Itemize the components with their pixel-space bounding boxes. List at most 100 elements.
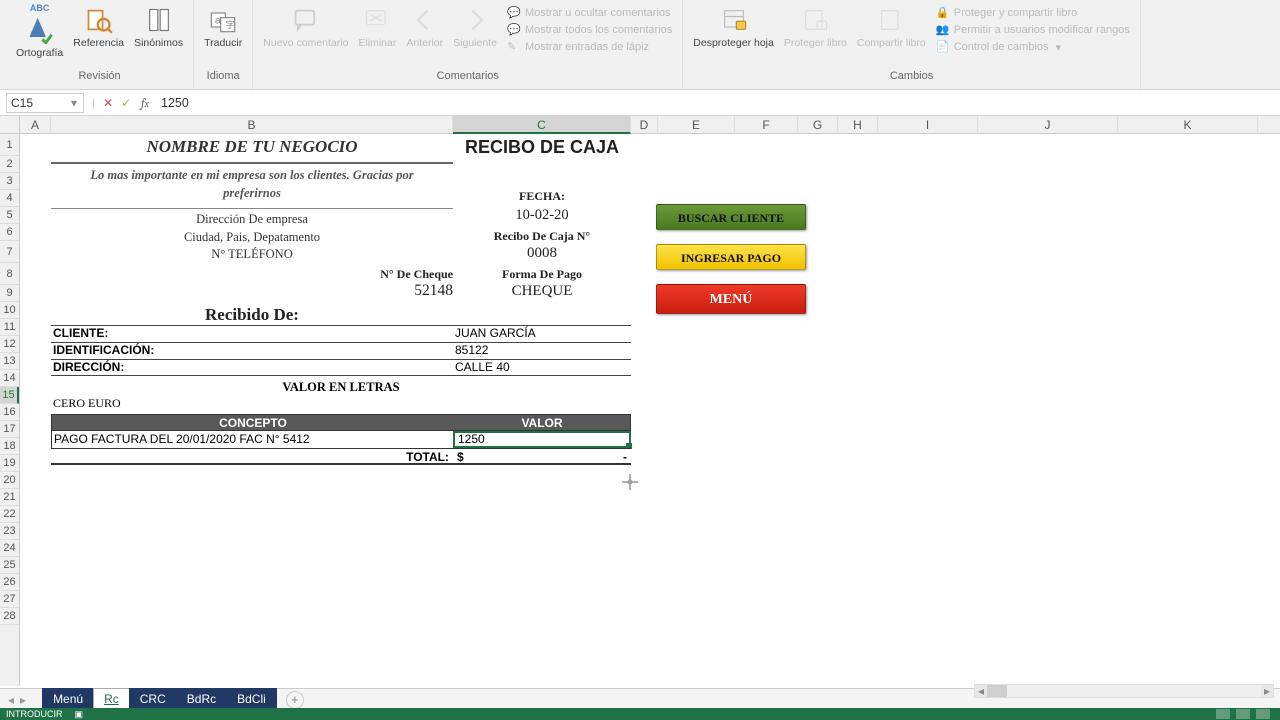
- forma-pago-label: Forma De Pago: [453, 266, 631, 282]
- menu-button[interactable]: MENÚ: [656, 284, 806, 314]
- select-all-corner[interactable]: [0, 116, 20, 134]
- tab-prev-icon[interactable]: ◂: [8, 693, 14, 707]
- col-header-J[interactable]: J: [978, 116, 1118, 134]
- row-header-6[interactable]: 6: [0, 224, 19, 241]
- row-header-24[interactable]: 24: [0, 540, 19, 557]
- recibido-de-heading: Recibido De:: [51, 304, 453, 326]
- control-de-cambios: 📄Control de cambios▾: [936, 40, 1130, 54]
- tab-nav-arrows[interactable]: ◂▸: [8, 693, 26, 707]
- name-box[interactable]: C15 ▾: [6, 93, 84, 113]
- table-row[interactable]: PAGO FACTURA DEL 20/01/2020 FAC N° 5412 …: [51, 431, 631, 448]
- row-header-15[interactable]: 15: [0, 387, 19, 404]
- macro-record-icon[interactable]: ▣: [75, 709, 84, 720]
- col-header-A[interactable]: A: [20, 116, 51, 134]
- row-header-28[interactable]: 28: [0, 608, 19, 625]
- formula-bar: C15 ▾ | ✕ ✓ fx: [0, 90, 1280, 116]
- tab-next-icon[interactable]: ▸: [20, 693, 26, 707]
- row-header-5[interactable]: 5: [0, 207, 19, 224]
- referencia-button[interactable]: Referencia: [69, 2, 128, 68]
- fx-icon[interactable]: fx: [135, 96, 155, 110]
- abc-label: ABC: [30, 4, 50, 14]
- track-changes-icon: 📄: [936, 40, 950, 54]
- cells-area[interactable]: NOMBRE DE TU NEGOCIO RECIBO DE CAJA Lo m…: [20, 134, 1280, 686]
- cliente-row: CLIENTE: JUAN GARCÍA: [51, 325, 631, 342]
- eliminar-comentario-button: Eliminar: [354, 2, 400, 68]
- row-header-18[interactable]: 18: [0, 438, 19, 455]
- table-head: CONCEPTO VALOR: [51, 414, 631, 431]
- row-header-10[interactable]: 10: [0, 302, 19, 319]
- ingresar-pago-button[interactable]: INGRESAR PAGO: [656, 244, 806, 270]
- scroll-thumb[interactable]: [987, 685, 1007, 697]
- col-header-I[interactable]: I: [878, 116, 978, 134]
- row-header-11[interactable]: 11: [0, 319, 19, 336]
- status-mode: INTRODUCIR: [6, 709, 63, 719]
- valor-cell[interactable]: 1250: [454, 431, 630, 448]
- thesaurus-icon: [145, 6, 173, 34]
- row-header-12[interactable]: 12: [0, 336, 19, 353]
- row-header-1[interactable]: 1: [0, 134, 19, 156]
- row-header-8[interactable]: 8: [0, 263, 19, 285]
- phone-line: N° TELÉFONO: [51, 245, 453, 263]
- row-header-13[interactable]: 13: [0, 353, 19, 370]
- comments-icon: 💬: [507, 23, 521, 37]
- cancel-entry-button[interactable]: ✕: [99, 94, 117, 112]
- row-header-4[interactable]: 4: [0, 190, 19, 207]
- row-header-23[interactable]: 23: [0, 523, 19, 540]
- fecha-value: 10-02-20: [453, 206, 631, 224]
- page-layout-view-icon[interactable]: [1236, 709, 1250, 719]
- scroll-left-icon[interactable]: ◂: [975, 685, 987, 697]
- group-label-revision: Revisión: [78, 70, 120, 82]
- row-header-17[interactable]: 17: [0, 421, 19, 438]
- row-header-21[interactable]: 21: [0, 489, 19, 506]
- page-break-view-icon[interactable]: [1256, 709, 1270, 719]
- row-header-7[interactable]: 7: [0, 241, 19, 263]
- scroll-right-icon[interactable]: ▸: [1261, 685, 1273, 697]
- col-header-H[interactable]: H: [838, 116, 878, 134]
- recibo-no-value: 0008: [453, 244, 631, 262]
- desproteger-hoja-button[interactable]: Desproteger hoja: [689, 2, 778, 68]
- row-header-16[interactable]: 16: [0, 404, 19, 421]
- row-header-19[interactable]: 19: [0, 455, 19, 472]
- delete-comment-icon: [363, 6, 391, 34]
- formula-input[interactable]: [155, 93, 1280, 113]
- concepto-cell[interactable]: PAGO FACTURA DEL 20/01/2020 FAC N° 5412: [52, 431, 454, 448]
- chevron-down-icon[interactable]: ▾: [71, 96, 79, 110]
- col-header-G[interactable]: G: [798, 116, 838, 134]
- row-header-3[interactable]: 3: [0, 173, 19, 190]
- status-bar: INTRODUCIR ▣: [0, 708, 1280, 720]
- row-header-2[interactable]: 2: [0, 156, 19, 173]
- nuevo-comentario-button[interactable]: Nuevo comentario: [259, 2, 352, 68]
- worksheet-grid[interactable]: ABCDEFGHIJK 1234567891011121314151617181…: [0, 116, 1280, 686]
- ink-icon: ✎: [507, 40, 521, 54]
- col-header-F[interactable]: F: [735, 116, 798, 134]
- col-header-C[interactable]: C: [453, 116, 631, 134]
- col-header-E[interactable]: E: [658, 116, 735, 134]
- group-label-idioma: Idioma: [207, 70, 240, 82]
- row-header-9[interactable]: 9: [0, 285, 19, 302]
- row-header-26[interactable]: 26: [0, 574, 19, 591]
- add-sheet-button[interactable]: +: [286, 691, 304, 709]
- confirm-entry-button[interactable]: ✓: [117, 94, 135, 112]
- cursor-crosshair-icon: [622, 474, 638, 490]
- normal-view-icon[interactable]: [1216, 709, 1230, 719]
- row-header-20[interactable]: 20: [0, 472, 19, 489]
- col-header-K[interactable]: K: [1118, 116, 1258, 134]
- proteger-libro-button: Proteger libro: [780, 2, 851, 68]
- col-header-D[interactable]: D: [631, 116, 658, 134]
- buscar-cliente-button[interactable]: BUSCAR CLIENTE: [656, 204, 806, 230]
- row-header-14[interactable]: 14: [0, 370, 19, 387]
- row-header-22[interactable]: 22: [0, 506, 19, 523]
- row-headers[interactable]: 1234567891011121314151617181920212223242…: [0, 134, 20, 686]
- sinonimos-button[interactable]: Sinónimos: [130, 2, 187, 68]
- mostrar-todos-comentarios: 💬Mostrar todos los comentarios: [507, 23, 672, 37]
- business-name: NOMBRE DE TU NEGOCIO: [51, 136, 453, 164]
- traducir-button[interactable]: a字 Traducir: [200, 2, 246, 68]
- horizontal-scrollbar[interactable]: ◂ ▸: [974, 684, 1274, 698]
- column-headers[interactable]: ABCDEFGHIJK: [20, 116, 1280, 134]
- receipt-title: RECIBO DE CAJA: [453, 136, 631, 158]
- col-header-B[interactable]: B: [51, 116, 453, 134]
- row-header-25[interactable]: 25: [0, 557, 19, 574]
- row-header-27[interactable]: 27: [0, 591, 19, 608]
- view-switcher[interactable]: [1216, 709, 1280, 719]
- ortografia-button[interactable]: ABC Ortografía: [12, 2, 67, 68]
